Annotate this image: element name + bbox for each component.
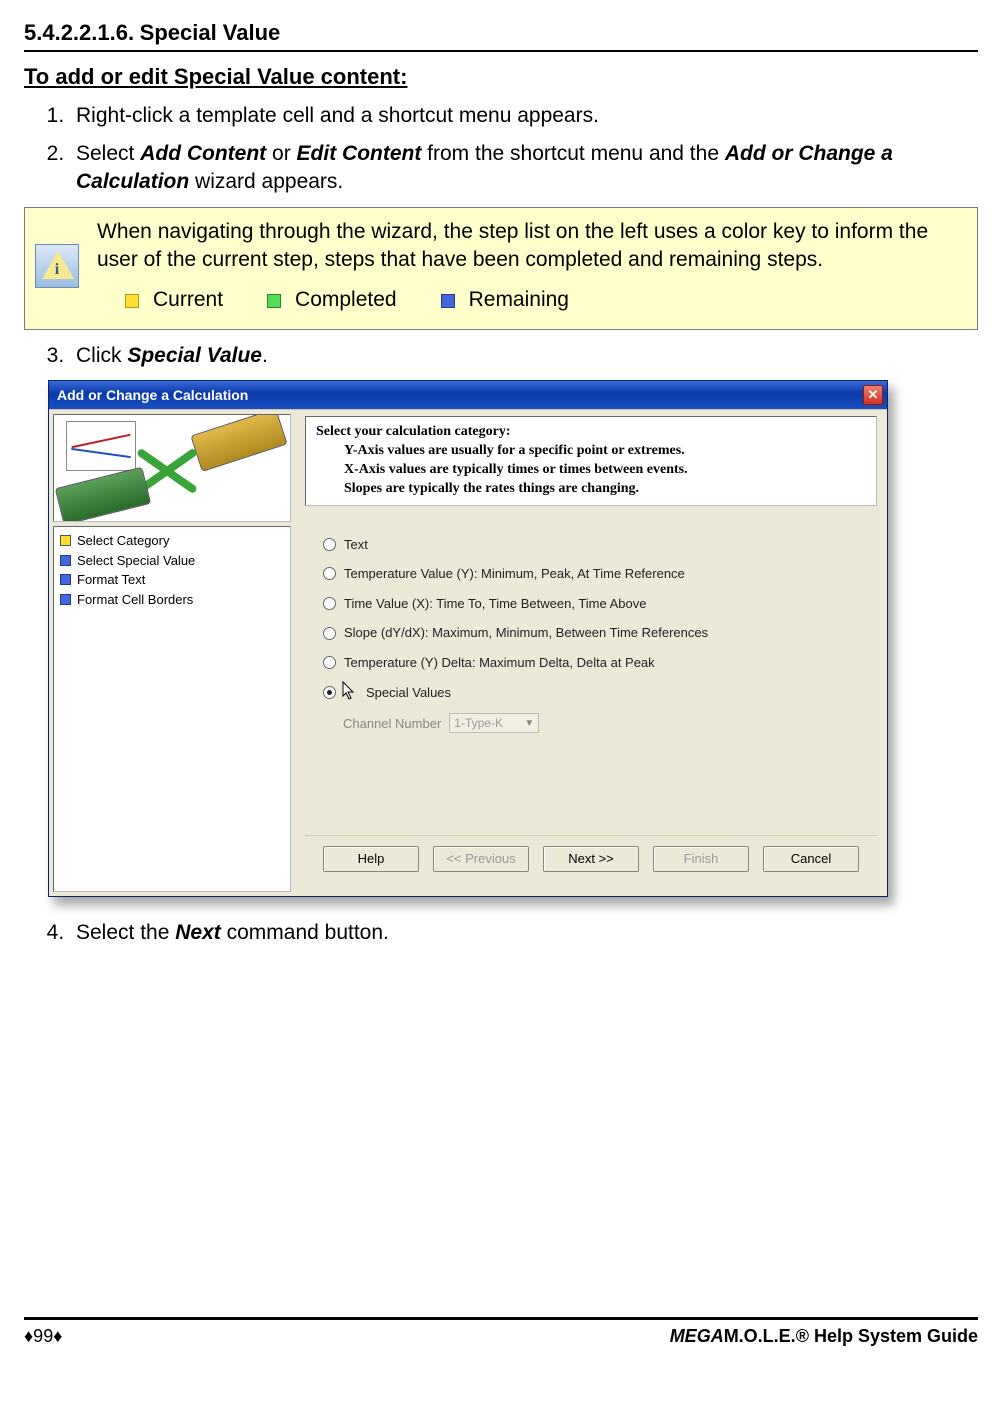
prompt-line-2: X-Axis values are typically times or tim… <box>316 461 866 480</box>
wizard-step-label: Format Text <box>77 571 145 589</box>
wizard-step-item: Format Cell Borders <box>60 590 284 610</box>
prompt-line-1: Y-Axis values are usually for a specific… <box>316 442 866 461</box>
previous-button: << Previous <box>433 846 529 872</box>
finish-button: Finish <box>653 846 749 872</box>
step-3: Click Special Value. <box>70 342 978 370</box>
option-delta[interactable]: Temperature (Y) Delta: Maximum Delta, De… <box>323 654 869 672</box>
radio-icon <box>323 538 336 551</box>
cursor-icon <box>344 683 358 701</box>
option-label: Text <box>344 536 368 554</box>
page-number: ♦99♦ <box>24 1324 62 1348</box>
option-label: Temperature (Y) Delta: Maximum Delta, De… <box>344 654 655 672</box>
wizard-left-column: Select Category Select Special Value For… <box>49 410 295 896</box>
swatch-current-icon <box>125 294 139 308</box>
section-title: Special Value <box>140 20 281 45</box>
option-time-value[interactable]: Time Value (X): Time To, Time Between, T… <box>323 595 869 613</box>
note-text: When navigating through the wizard, the … <box>97 218 963 275</box>
wizard-step-label: Format Cell Borders <box>77 591 193 609</box>
radio-icon <box>323 627 336 640</box>
section-number: 5.4.2.2.1.6. <box>24 20 134 45</box>
radio-icon <box>323 597 336 610</box>
prompt-line-3: Slopes are typically the rates things ar… <box>316 480 866 499</box>
note-callout: When navigating through the wizard, the … <box>24 207 978 330</box>
wizard-prompt: Select your calculation category: Y-Axis… <box>305 416 877 506</box>
swatch-remaining-icon <box>441 294 455 308</box>
step-1: Right-click a template cell and a shortc… <box>70 102 978 130</box>
legend-remaining: Remaining <box>469 286 569 314</box>
step-4: Select the Next command button. <box>70 919 978 947</box>
cancel-button[interactable]: Cancel <box>763 846 859 872</box>
procedure-list-cont: Click Special Value. <box>58 342 978 370</box>
option-temperature-value[interactable]: Temperature Value (Y): Minimum, Peak, At… <box>323 565 869 583</box>
step-marker-remaining-icon <box>60 594 71 605</box>
procedure-heading: To add or edit Special Value content: <box>24 62 978 92</box>
option-special-values[interactable]: Special Values <box>323 683 869 701</box>
step-marker-current-icon <box>60 535 71 546</box>
legend-current: Current <box>153 286 223 314</box>
procedure-list: Right-click a template cell and a shortc… <box>58 102 978 197</box>
close-icon: ✕ <box>868 386 879 404</box>
help-button[interactable]: Help <box>323 846 419 872</box>
info-icon <box>35 244 79 288</box>
wizard-header-image <box>53 414 291 522</box>
wizard-right-column: Select your calculation category: Y-Axis… <box>295 410 887 896</box>
channel-row: Channel Number 1-Type-K ▼ <box>343 713 869 733</box>
page-footer: ♦99♦ MEGAM.O.L.E.® Help System Guide <box>24 1317 978 1348</box>
channel-label: Channel Number <box>343 715 441 733</box>
chevron-down-icon: ▼ <box>524 717 534 731</box>
close-button[interactable]: ✕ <box>863 385 883 405</box>
wizard-steps-list: Select Category Select Special Value For… <box>53 526 291 892</box>
option-label: Time Value (X): Time To, Time Between, T… <box>344 595 647 613</box>
wizard-step-item: Select Category <box>60 531 284 551</box>
channel-value: 1-Type-K <box>454 715 503 731</box>
option-text[interactable]: Text <box>323 536 869 554</box>
category-options: Text Temperature Value (Y): Minimum, Pea… <box>305 506 877 835</box>
swatch-completed-icon <box>267 294 281 308</box>
next-button[interactable]: Next >> <box>543 846 639 872</box>
wizard-step-label: Select Special Value <box>77 552 195 570</box>
guide-title: MEGAM.O.L.E.® Help System Guide <box>670 1324 978 1348</box>
legend-completed: Completed <box>295 286 397 314</box>
step-marker-remaining-icon <box>60 555 71 566</box>
prompt-title: Select your calculation category: <box>316 423 866 442</box>
wizard-button-row: Help << Previous Next >> Finish Cancel <box>305 835 877 886</box>
legend-row: Current Completed Remaining <box>97 286 963 314</box>
radio-icon <box>323 656 336 669</box>
step-1-text: Right-click a template cell and a shortc… <box>76 104 599 127</box>
wizard-step-label: Select Category <box>77 532 170 550</box>
note-body: When navigating through the wizard, the … <box>97 218 963 315</box>
titlebar[interactable]: Add or Change a Calculation ✕ <box>49 381 887 409</box>
option-label: Special Values <box>366 684 451 702</box>
step-2: Select Add Content or Edit Content from … <box>70 140 978 197</box>
section-header: 5.4.2.2.1.6. Special Value <box>24 18 978 48</box>
option-label: Temperature Value (Y): Minimum, Peak, At… <box>344 565 685 583</box>
window-title: Add or Change a Calculation <box>57 386 248 405</box>
option-slope[interactable]: Slope (dY/dX): Maximum, Minimum, Between… <box>323 624 869 642</box>
wizard-step-item: Format Text <box>60 570 284 590</box>
step-marker-remaining-icon <box>60 574 71 585</box>
radio-selected-icon <box>323 686 336 699</box>
channel-select: 1-Type-K ▼ <box>449 713 539 733</box>
board-icon <box>55 467 152 522</box>
option-label: Slope (dY/dX): Maximum, Minimum, Between… <box>344 624 708 642</box>
wizard-dialog: Add or Change a Calculation ✕ Select Cat… <box>48 380 888 897</box>
wizard-step-item: Select Special Value <box>60 551 284 571</box>
device-icon <box>190 414 287 472</box>
radio-icon <box>323 567 336 580</box>
procedure-list-cont2: Select the Next command button. <box>58 919 978 947</box>
section-divider <box>24 50 978 52</box>
chart-icon <box>66 421 136 471</box>
wizard-body: Select Category Select Special Value For… <box>49 409 887 896</box>
